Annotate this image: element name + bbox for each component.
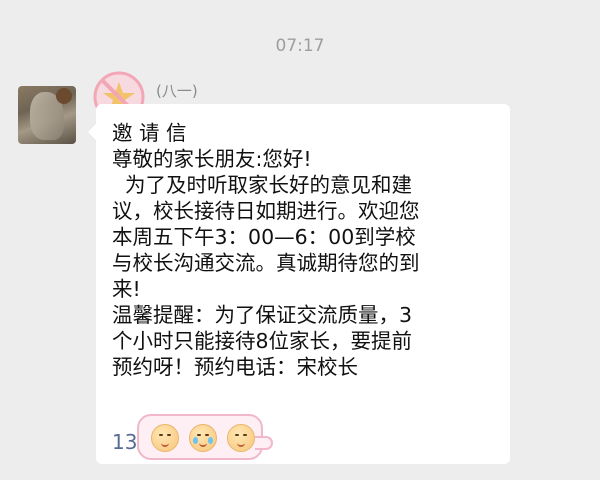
message-bubble[interactable]: 邀 请 信 尊敬的家长朋友:您好! 为了及时听取家长好的意见和建 议，校长接待日… — [88, 104, 510, 464]
message-line: 本周五下午3：00—6：00到学校 — [112, 225, 416, 249]
message-line: 个小时只能接待8位家长，要提前 — [112, 329, 413, 353]
emoji-eye — [205, 434, 209, 436]
message-line: 与校长沟通交流。真诚期待您的到 — [112, 251, 420, 275]
emoji-eye — [167, 434, 171, 436]
emoji-eye — [197, 434, 201, 436]
sender-avatar[interactable] — [18, 86, 76, 144]
blush-face-icon[interactable] — [151, 424, 179, 452]
message-line: 来! — [112, 277, 141, 301]
emoji-mouth — [237, 441, 245, 447]
timestamp: 07:17 — [275, 36, 325, 56]
emoji-tear — [208, 437, 213, 444]
emoji-tear — [193, 437, 198, 444]
emoji-eye — [243, 434, 247, 436]
message-line: 为了及时听取家长好的意见和建 — [112, 173, 413, 197]
crying-face-icon[interactable] — [189, 424, 217, 452]
emoji-mouth — [199, 441, 207, 447]
message-line: 尊敬的家长朋友:您好! — [112, 147, 312, 171]
blush-face-icon[interactable] — [227, 424, 255, 452]
message-line: 温馨提醒：为了保证交流质量，3 — [112, 303, 413, 327]
message-text: 邀 请 信 尊敬的家长朋友:您好! 为了及时听取家长好的意见和建 议，校长接待日… — [112, 120, 502, 380]
avatar-tree — [56, 88, 72, 104]
emoji-mouth — [161, 441, 169, 447]
emoji-reaction-bar[interactable] — [137, 414, 273, 460]
message-line: 预约呀！预约电话：宋校长 — [112, 355, 358, 379]
emoji-eye — [235, 434, 239, 436]
message-line: 议，校长接待日如期进行。欢迎您 — [112, 199, 420, 223]
message-line: 邀 请 信 — [112, 121, 187, 145]
emoji-eye — [159, 434, 163, 436]
phone-number-link[interactable]: 13 — [112, 430, 137, 454]
sender-name: (八一) — [156, 82, 198, 100]
